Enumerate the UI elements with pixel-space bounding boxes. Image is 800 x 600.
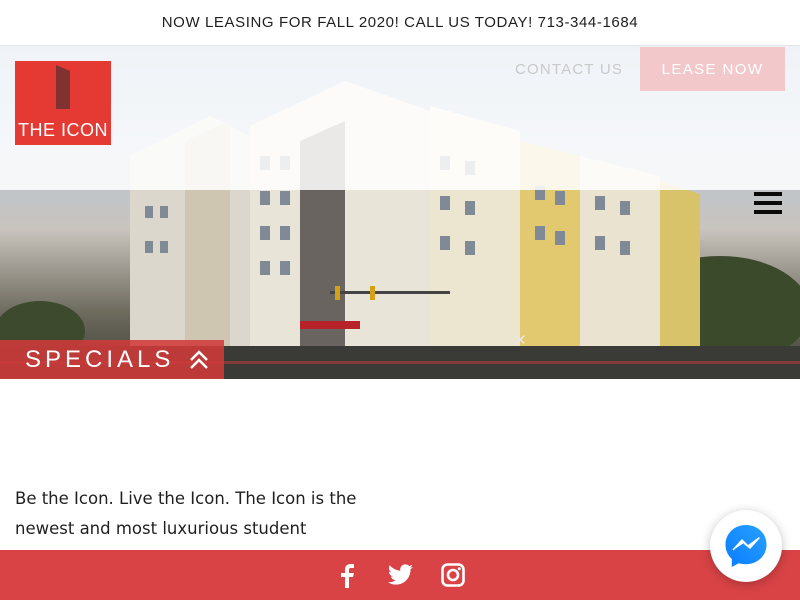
- messenger-icon[interactable]: [710, 510, 782, 582]
- specials-label: SPECIALS: [25, 345, 175, 373]
- messenger-glyph: [725, 525, 767, 567]
- contact-us-link[interactable]: CONTACT US: [508, 57, 630, 81]
- close-icon[interactable]: ✕: [514, 331, 527, 349]
- double-chevron-up-icon: [190, 349, 209, 369]
- social-footer: [0, 550, 800, 600]
- facebook-icon[interactable]: [335, 563, 360, 588]
- announcement-bar: NOW LEASING FOR FALL 2020! CALL US TODAY…: [0, 0, 800, 46]
- announcement-text: NOW LEASING FOR FALL 2020! CALL US TODAY…: [161, 14, 639, 31]
- menu-bar: [754, 210, 782, 214]
- logo[interactable]: THE ICON: [15, 61, 111, 145]
- instagram-icon[interactable]: [441, 563, 466, 588]
- hamburger-icon[interactable]: [754, 190, 782, 216]
- logo-mark-icon: [56, 65, 70, 109]
- hero-image: [0, 46, 800, 379]
- twitter-icon[interactable]: [387, 563, 413, 588]
- specials-button[interactable]: SPECIALS: [0, 340, 224, 379]
- menu-bar: [754, 192, 782, 196]
- lease-now-button[interactable]: LEASE NOW: [640, 47, 785, 91]
- logo-text: THE ICON: [17, 120, 108, 140]
- menu-bar: [754, 201, 782, 205]
